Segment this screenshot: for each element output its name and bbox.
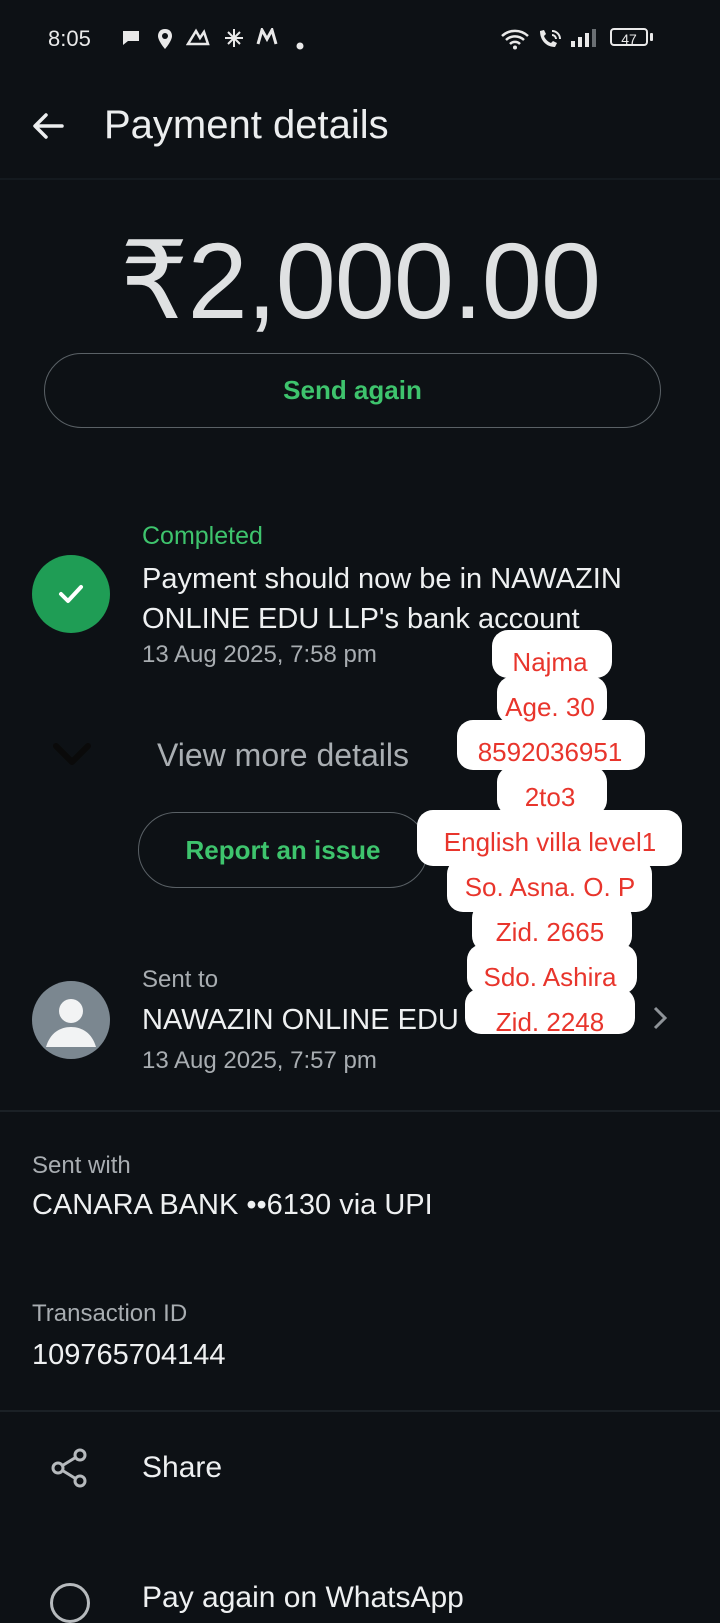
note-line: So. Asna. O. P [464, 872, 636, 902]
wifi-call-icon [536, 28, 564, 55]
note-line: Zid. 2665 [495, 917, 605, 947]
signal-icon [570, 28, 600, 53]
share-button[interactable]: Share [142, 1451, 222, 1485]
chevron-down-icon[interactable] [52, 742, 92, 771]
app-icon [185, 28, 210, 53]
header-divider [0, 178, 720, 180]
note-line: Zid. 2248 [495, 1007, 605, 1037]
page-title: Payment details [104, 103, 389, 147]
payment-amount: ₹2,000.00 [119, 220, 601, 341]
back-button[interactable] [26, 104, 70, 148]
sent-to-timestamp: 13 Aug 2025, 7:57 pm [142, 1047, 377, 1074]
sent-with-label: Sent with [32, 1152, 131, 1179]
share-icon[interactable] [48, 1446, 92, 1495]
send-again-button[interactable]: Send again [44, 353, 661, 428]
note-line: 8592036951 [477, 737, 623, 767]
status-label: Completed [142, 522, 263, 550]
wifi-icon [500, 28, 530, 55]
avatar [32, 981, 110, 1059]
view-more-details-link[interactable]: View more details [157, 737, 409, 774]
dot-icon [296, 34, 304, 55]
divider [0, 1110, 720, 1112]
sent-with-value: CANARA BANK ••6130 via UPI [32, 1189, 433, 1221]
chat-icon [120, 28, 142, 53]
note-line: 2to3 [524, 782, 576, 812]
battery-tip [650, 33, 653, 41]
note-line: Age. 30 [505, 692, 595, 722]
completed-check-icon [32, 555, 110, 633]
m-icon [256, 26, 278, 51]
report-issue-button[interactable]: Report an issue [138, 812, 428, 888]
note-line: Najma [512, 647, 588, 677]
status-timestamp: 13 Aug 2025, 7:58 pm [142, 641, 377, 668]
sticker-note: Najma Age. 30 8592036951 2to3 English vi… [420, 640, 680, 1045]
transaction-id-value: 109765704144 [32, 1339, 226, 1371]
whatsapp-icon[interactable] [50, 1583, 90, 1623]
note-line: Sdo. Ashira [483, 962, 617, 992]
sent-to-label: Sent to [142, 966, 219, 993]
divider [0, 1410, 720, 1412]
arrow-left-icon [33, 113, 64, 139]
battery-icon: 47 [610, 28, 648, 47]
pay-again-whatsapp-button[interactable]: Pay again on WhatsApp [142, 1581, 464, 1615]
transaction-id-label: Transaction ID [32, 1300, 188, 1327]
status-time: 8:05 [48, 26, 91, 51]
location-icon [156, 28, 174, 55]
person-icon [46, 999, 96, 1047]
note-line: English villa level1 [443, 827, 657, 857]
status-description: Payment should now be in NAWAZIN ONLINE … [142, 563, 622, 635]
sparkle-icon [224, 28, 244, 53]
